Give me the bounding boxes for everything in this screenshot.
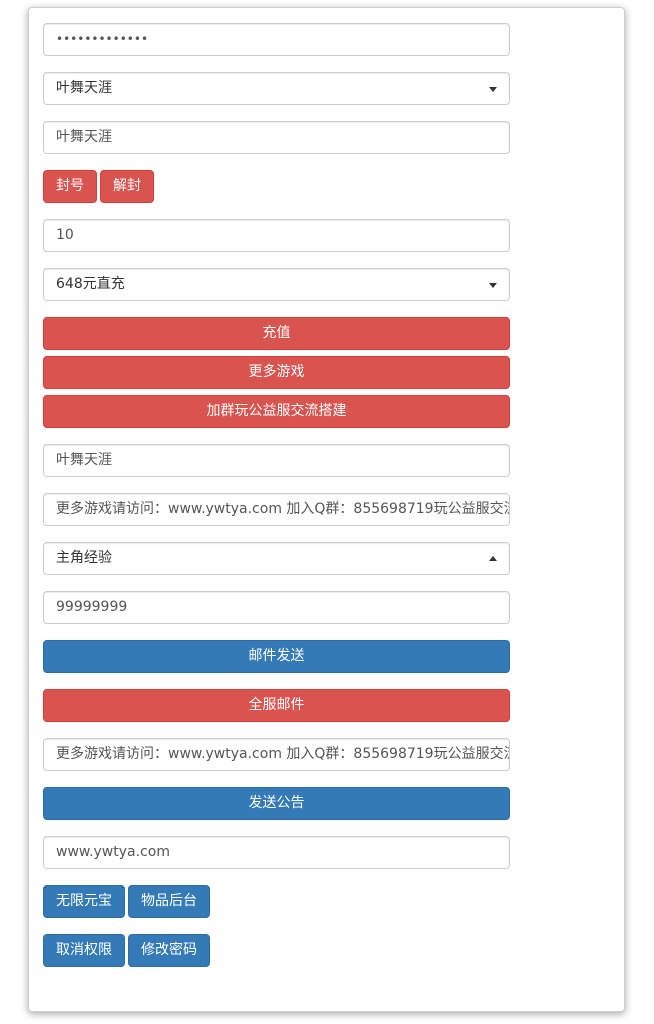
chevron-down-icon bbox=[489, 283, 497, 288]
announcement-input[interactable]: 更多游戏请访问：www.ywtya.com 加入Q群：855698719玩公益服… bbox=[43, 738, 510, 771]
revoke-permission-button[interactable]: 取消权限 bbox=[43, 934, 125, 967]
item-backend-button[interactable]: 物品后台 bbox=[128, 885, 210, 918]
mail-recipient-input[interactable]: 叶舞天涯 bbox=[43, 444, 510, 477]
change-password-button[interactable]: 修改密码 bbox=[128, 934, 210, 967]
mail-item-value: 主角经验 bbox=[56, 550, 112, 566]
website-input[interactable]: www.ywtya.com bbox=[43, 836, 510, 869]
recharge-package-value: 648元直充 bbox=[56, 276, 125, 292]
more-games-button[interactable]: 更多游戏 bbox=[43, 356, 510, 389]
chevron-down-icon bbox=[489, 87, 497, 92]
send-announcement-button[interactable]: 发送公告 bbox=[43, 787, 510, 820]
send-mail-button[interactable]: 邮件发送 bbox=[43, 640, 510, 673]
password-field[interactable]: ••••••••••••• bbox=[43, 23, 510, 56]
join-group-button[interactable]: 加群玩公益服交流搭建 bbox=[43, 395, 510, 428]
server-mail-button[interactable]: 全服邮件 bbox=[43, 689, 510, 722]
mail-item-select[interactable]: 主角经验 bbox=[43, 542, 510, 575]
mail-message-input[interactable]: 更多游戏请访问：www.ywtya.com 加入Q群：855698719玩公益服… bbox=[43, 493, 510, 526]
recharge-button[interactable]: 充值 bbox=[43, 317, 510, 350]
recharge-amount-input[interactable]: 10 bbox=[43, 219, 510, 252]
mail-quantity-input[interactable]: 99999999 bbox=[43, 591, 510, 624]
role-name-input[interactable]: 叶舞天涯 bbox=[43, 121, 510, 154]
recharge-package-select[interactable]: 648元直充 bbox=[43, 268, 510, 301]
role-select[interactable]: 叶舞天涯 bbox=[43, 72, 510, 105]
role-select-value: 叶舞天涯 bbox=[56, 80, 112, 96]
ban-button[interactable]: 封号 bbox=[43, 170, 97, 203]
chevron-up-icon bbox=[489, 556, 497, 561]
unban-button[interactable]: 解封 bbox=[100, 170, 154, 203]
unlimited-gold-button[interactable]: 无限元宝 bbox=[43, 885, 125, 918]
